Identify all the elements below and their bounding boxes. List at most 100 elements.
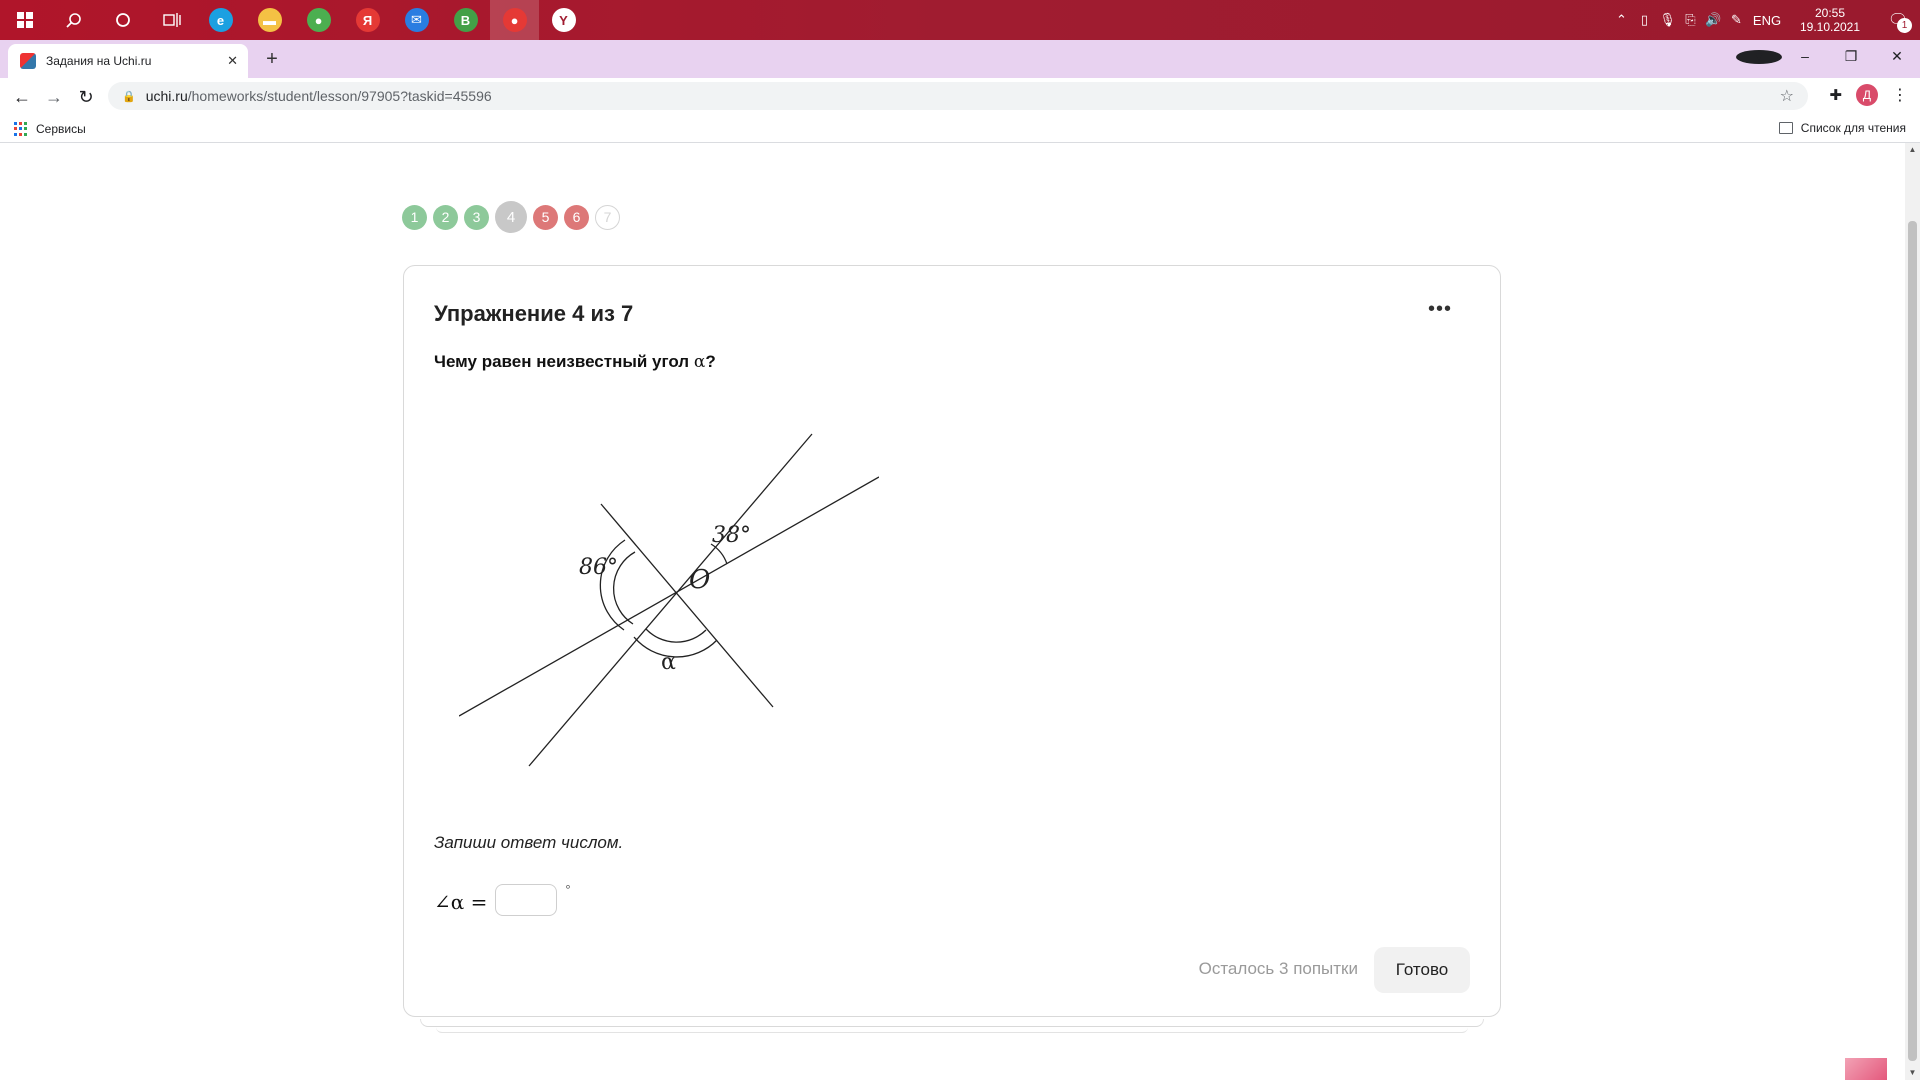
tab-search-icon[interactable]: ▾ [1736, 48, 1782, 64]
progress-step-2[interactable]: 2 [433, 204, 458, 230]
bookmark-star-icon[interactable]: ☆ [1780, 86, 1794, 106]
progress-step-7[interactable]: 7 [595, 204, 620, 230]
network-icon[interactable]: ⎘ [1679, 12, 1702, 28]
chevron-up-icon[interactable]: ⌃ [1610, 12, 1633, 28]
task-view-icon[interactable] [147, 0, 196, 40]
question-text: Чему равен неизвестный угол α? [434, 352, 716, 372]
close-tab-icon[interactable]: ✕ [227, 53, 238, 69]
line-a [459, 476, 879, 717]
url-text[interactable]: uchi.ru/homeworks/student/lesson/97905?t… [146, 88, 1780, 104]
mail-icon: ✉ [404, 8, 429, 32]
edge-icon: e [208, 8, 233, 32]
pen-icon[interactable]: ✎ [1725, 12, 1748, 28]
bookmark-services[interactable]: Сервисы [36, 122, 86, 136]
close-window-icon[interactable]: ✕ [1874, 48, 1920, 65]
taskbar-app-chrome[interactable]: ● [294, 0, 343, 40]
notification-count: 1 [1897, 18, 1912, 33]
chrome-menu-icon[interactable]: ⋮ [1892, 85, 1908, 105]
back-arrow-icon[interactable]: ← [6, 87, 38, 108]
angle-86-label: 86° [579, 555, 618, 580]
device-icon[interactable]: ▯ [1633, 12, 1656, 28]
clock-date: 19.10.2021 [1799, 20, 1861, 34]
notifications-icon[interactable]: 🗨 1 [1876, 0, 1920, 40]
angle-38-label: 38° [712, 523, 751, 548]
search-icon[interactable] [49, 0, 98, 40]
cortana-icon[interactable] [98, 0, 147, 40]
submit-button[interactable]: Готово [1374, 947, 1470, 993]
restore-icon[interactable]: ❐ [1828, 48, 1874, 65]
forward-arrow-icon[interactable]: → [38, 87, 70, 108]
minimize-icon[interactable]: – [1782, 48, 1828, 64]
reading-list-button[interactable]: Список для чтения [1778, 121, 1906, 135]
browser-tab-strip: Задания на Uchi.ru ✕ + ▾ – ❐ ✕ [0, 40, 1920, 78]
progress-step-6[interactable]: 6 [564, 204, 589, 230]
page-scrollbar[interactable]: ▲ ▼ [1905, 143, 1920, 1080]
progress-step-1[interactable]: 1 [402, 204, 427, 230]
page-content: 1234567 Упражнение 4 из 7 ••• Чему равен… [0, 143, 1905, 1080]
explorer-icon: ▬ [257, 8, 282, 32]
window-controls: ▾ – ❐ ✕ [1736, 40, 1920, 72]
progress-step-4[interactable]: 4 [495, 201, 527, 233]
uchi-favicon-icon [20, 53, 36, 69]
more-options-icon[interactable]: ••• [1428, 298, 1452, 321]
bookmarks-bar: Сервисы Список для чтения [0, 116, 1920, 143]
taskbar-app-explorer[interactable]: ▬ [245, 0, 294, 40]
answer-label: ∠α = [434, 890, 488, 914]
green-app-icon: В [453, 8, 478, 32]
taskbar-app-yandex[interactable]: Я [343, 0, 392, 40]
system-tray: ⌃ ▯ 🎙 ⎘ 🔊 ✎ ENG 20:55 19.10.2021 🗨 1 [1610, 0, 1920, 40]
volume-icon[interactable]: 🔊 [1702, 12, 1725, 28]
exercise-card: Упражнение 4 из 7 ••• Чему равен неизвес… [403, 265, 1501, 1017]
browser-tab[interactable]: Задания на Uchi.ru ✕ [8, 44, 248, 78]
exercise-progress: 1234567 [402, 201, 620, 233]
question-symbol: α [693, 352, 706, 372]
taskbar-app-yandex-browser[interactable]: Y [539, 0, 588, 40]
corner-widget[interactable] [1845, 1058, 1887, 1080]
address-bar[interactable]: 🔒 uchi.ru/homeworks/student/lesson/97905… [108, 82, 1808, 110]
taskbar-app-edge[interactable]: e [196, 0, 245, 40]
line-b [528, 433, 813, 767]
clock-time: 20:55 [1814, 6, 1846, 20]
tab-title: Задания на Uchi.ru [46, 54, 152, 68]
apps-grid-icon[interactable] [14, 122, 28, 136]
browser-toolbar: ← → ↻ 🔒 uchi.ru/homeworks/student/lesson… [0, 78, 1920, 116]
card-stack-edge-2 [436, 1027, 1468, 1033]
lock-icon[interactable]: 🔒 [122, 90, 136, 103]
card-stack-edge [420, 1019, 1484, 1027]
answer-input[interactable] [495, 884, 558, 916]
scroll-up-icon[interactable]: ▲ [1905, 143, 1920, 157]
yandex-browser-icon: Y [551, 8, 576, 32]
alpha-label: α [661, 650, 676, 675]
center-o-label: O [689, 565, 710, 595]
url-host: uchi.ru [145, 88, 188, 104]
question-end: ? [705, 352, 716, 371]
extensions-puzzle-icon[interactable]: ✚ [1829, 86, 1842, 104]
taskbar-app-chrome-profile[interactable]: ● [490, 0, 539, 40]
scroll-down-icon[interactable]: ▼ [1905, 1066, 1920, 1080]
yandex-icon: Я [355, 8, 380, 32]
clock[interactable]: 20:55 19.10.2021 [1794, 6, 1866, 34]
question-main: Чему равен неизвестный угол [434, 352, 694, 371]
scroll-thumb[interactable] [1908, 221, 1917, 1061]
exercise-title: Упражнение 4 из 7 [434, 301, 634, 326]
taskbar-app-mail[interactable]: ✉ [392, 0, 441, 40]
arc-86-outer [599, 539, 626, 631]
new-tab-icon[interactable]: + [260, 48, 284, 71]
profile-avatar[interactable]: Д [1856, 84, 1878, 106]
arc-alpha-inner [645, 628, 707, 643]
degree-sign: ° [565, 882, 571, 897]
attempts-remaining: Осталось 3 попытки [1198, 959, 1358, 978]
reading-list-label: Список для чтения [1800, 121, 1906, 135]
angles-diagram: 86° 38° O α [459, 433, 879, 767]
reload-icon[interactable]: ↻ [70, 87, 102, 108]
windows-taskbar: e ▬ ● Я ✉ В ● Y ⌃ ▯ 🎙 ⎘ 🔊 ✎ ENG 20:55 19.10.202… [0, 0, 1920, 40]
language-indicator[interactable]: ENG [1748, 13, 1786, 28]
windows-start-icon[interactable] [0, 0, 49, 40]
reading-list-icon [1778, 122, 1793, 134]
url-path: /homeworks/student/lesson/97905?taskid=4… [187, 88, 492, 104]
microphone-icon[interactable]: 🎙 [1656, 12, 1679, 28]
chrome-profile-icon: ● [502, 8, 527, 32]
progress-step-5[interactable]: 5 [533, 204, 558, 230]
progress-step-3[interactable]: 3 [464, 204, 489, 230]
taskbar-app-green-app[interactable]: В [441, 0, 490, 40]
